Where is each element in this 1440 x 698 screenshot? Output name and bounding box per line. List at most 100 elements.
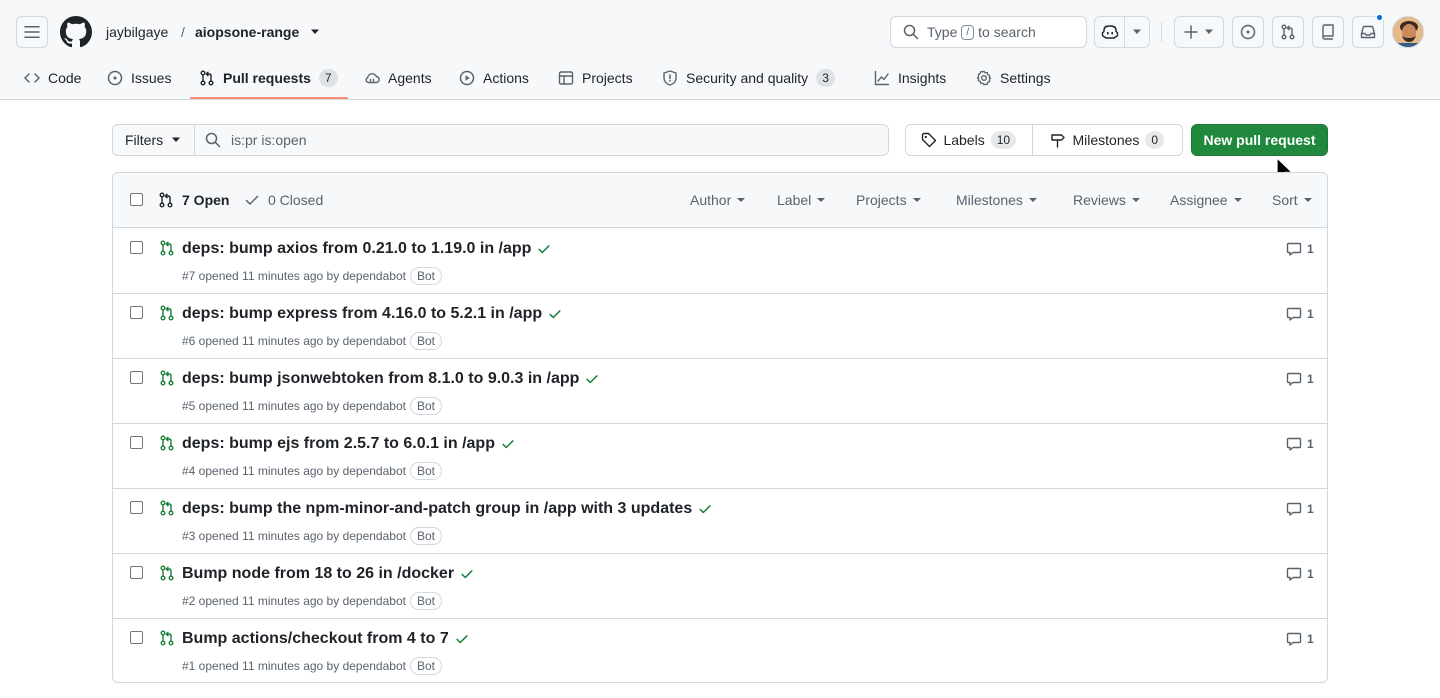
tab-label: Agents — [388, 70, 432, 86]
row-checkbox[interactable] — [130, 566, 143, 579]
pull-request-title-link[interactable]: deps: bump ejs from 2.5.7 to 6.0.1 in /a… — [182, 435, 515, 453]
pull-request-title-link[interactable]: deps: bump express from 4.16.0 to 5.2.1 … — [182, 305, 562, 323]
bot-badge: Bot — [409, 332, 442, 350]
git-pull-request-icon — [159, 192, 173, 208]
breadcrumb-owner[interactable]: jaybilgaye — [106, 23, 168, 41]
pull-request-title-link[interactable]: Bump node from 18 to 26 in /docker — [182, 565, 474, 583]
assignee-filter-dropdown[interactable]: Assignee — [1170, 192, 1242, 208]
pull-request-title: deps: bump the npm-minor-and-patch group… — [182, 500, 693, 517]
breadcrumb-separator: / — [181, 24, 185, 40]
new-pull-request-button[interactable]: New pull request — [1191, 124, 1328, 156]
pull-request-title-link[interactable]: deps: bump axios from 0.21.0 to 1.19.0 i… — [182, 240, 551, 258]
tab-code[interactable]: Code — [24, 56, 81, 100]
check-status-icon[interactable] — [501, 437, 515, 451]
git-pull-request-open-icon — [160, 500, 174, 516]
filter-search-field[interactable] — [194, 124, 889, 156]
check-status-icon[interactable] — [585, 372, 599, 386]
triangle-down-icon — [1028, 198, 1037, 202]
comments-link[interactable]: 1 — [1286, 631, 1314, 647]
bot-badge: Bot — [409, 462, 442, 480]
check-icon — [245, 195, 259, 205]
pull-request-meta: #6 opened 11 minutes ago by dependabot B… — [182, 332, 442, 350]
row-checkbox[interactable] — [130, 371, 143, 384]
bot-badge: Bot — [409, 397, 442, 415]
check-status-icon[interactable] — [698, 502, 712, 516]
row-checkbox[interactable] — [130, 436, 143, 449]
pull-request-title: Bump actions/checkout from 4 to 7 — [182, 630, 449, 647]
closed-count-label: 0 Closed — [268, 192, 324, 208]
your-issues-button[interactable] — [1232, 16, 1264, 48]
filter-label: Sort — [1272, 192, 1298, 208]
filter-search-input[interactable] — [231, 132, 831, 148]
label-filter-dropdown[interactable]: Label — [777, 192, 826, 208]
table-icon — [558, 71, 574, 85]
tab-label: Actions — [483, 70, 529, 86]
hamburger-icon — [24, 26, 40, 38]
pull-request-title-link[interactable]: deps: bump the npm-minor-and-patch group… — [182, 500, 712, 518]
comment-icon — [1286, 502, 1302, 516]
comments-link[interactable]: 1 — [1286, 566, 1314, 582]
row-checkbox[interactable] — [130, 631, 143, 644]
comment-icon — [1286, 567, 1302, 581]
repo-switcher-caret-icon[interactable] — [310, 28, 320, 36]
milestones-button[interactable]: Milestones 0 — [1033, 125, 1182, 155]
open-count-label: 7 Open — [182, 192, 230, 208]
tab-insights[interactable]: Insights — [874, 56, 946, 100]
tab-security-and-quality[interactable]: Security and quality 3 — [662, 56, 835, 100]
milestones-filter-dropdown[interactable]: Milestones — [956, 192, 1037, 208]
tab-pull-requests[interactable]: Pull requests 7 — [199, 56, 338, 100]
comments-link[interactable]: 1 — [1286, 436, 1314, 452]
select-all-checkbox[interactable] — [130, 193, 143, 206]
check-status-icon[interactable] — [537, 242, 551, 256]
projects-filter-dropdown[interactable]: Projects — [856, 192, 921, 208]
git-pull-request-icon — [1281, 24, 1295, 40]
inbox-icon — [1360, 25, 1376, 39]
issue-opened-icon — [1240, 24, 1256, 40]
tab-projects[interactable]: Projects — [558, 56, 633, 100]
global-search-button[interactable]: Type / to search — [890, 16, 1087, 48]
comments-link[interactable]: 1 — [1286, 306, 1314, 322]
row-checkbox[interactable] — [130, 501, 143, 514]
triangle-down-icon — [817, 198, 826, 202]
filter-label: Author — [690, 192, 732, 208]
copilot-button[interactable] — [1095, 17, 1125, 47]
github-logo-icon[interactable] — [60, 16, 92, 48]
tab-issues[interactable]: Issues — [107, 56, 171, 100]
breadcrumb-repo[interactable]: aiopsone-range — [195, 23, 299, 41]
check-status-icon[interactable] — [455, 632, 469, 646]
repositories-button[interactable] — [1312, 16, 1344, 48]
tab-label: Security and quality — [686, 70, 809, 86]
labels-button[interactable]: Labels 10 — [906, 125, 1033, 155]
reviews-filter-dropdown[interactable]: Reviews — [1073, 192, 1140, 208]
comment-count: 1 — [1307, 372, 1314, 386]
filter-label: Label — [777, 192, 812, 208]
pull-request-title-link[interactable]: deps: bump jsonwebtoken from 8.1.0 to 9.… — [182, 370, 599, 388]
tab-actions[interactable]: Actions — [459, 56, 529, 100]
create-new-button[interactable] — [1174, 16, 1224, 48]
tab-agents[interactable]: Agents — [364, 56, 432, 100]
comments-link[interactable]: 1 — [1286, 501, 1314, 517]
row-checkbox[interactable] — [130, 241, 143, 254]
open-filter-link[interactable]: 7 Open — [158, 192, 229, 208]
pull-request-meta-text: #3 opened 11 minutes ago by dependabot — [182, 529, 406, 543]
menu-button[interactable] — [16, 16, 48, 48]
author-filter-dropdown[interactable]: Author — [690, 192, 746, 208]
your-pull-requests-button[interactable] — [1272, 16, 1304, 48]
git-pull-request-open-icon — [160, 305, 174, 321]
copilot-dropdown-button[interactable] — [1125, 17, 1149, 47]
check-status-icon[interactable] — [460, 567, 474, 581]
row-checkbox[interactable] — [130, 306, 143, 319]
user-avatar[interactable] — [1392, 16, 1424, 48]
tab-settings[interactable]: Settings — [976, 56, 1051, 100]
closed-filter-link[interactable]: 0 Closed — [244, 192, 323, 208]
comments-link[interactable]: 1 — [1286, 371, 1314, 387]
sort-dropdown[interactable]: Sort — [1272, 192, 1312, 208]
git-pull-request-icon — [200, 70, 214, 86]
pull-request-row: Bump node from 18 to 26 in /docker #2 op… — [113, 554, 1327, 619]
pull-request-title-link[interactable]: Bump actions/checkout from 4 to 7 — [182, 630, 469, 648]
check-status-icon[interactable] — [548, 307, 562, 321]
filter-label: Projects — [856, 192, 907, 208]
comments-link[interactable]: 1 — [1286, 241, 1314, 257]
filters-button[interactable]: Filters — [112, 124, 195, 156]
pull-request-title: deps: bump jsonwebtoken from 8.1.0 to 9.… — [182, 370, 580, 387]
